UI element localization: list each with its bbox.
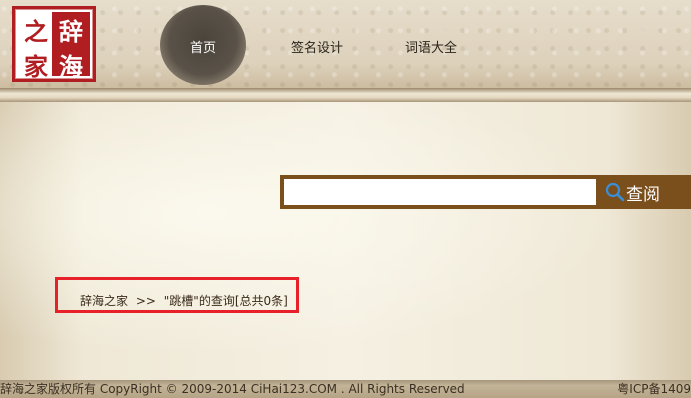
search-button[interactable]: 查阅 xyxy=(597,175,691,209)
nav-home[interactable]: 首页 xyxy=(190,37,216,56)
footer: 辞海之家版权所有 CopyRight © 2009-2014 CiHai123.… xyxy=(0,380,691,398)
nav-sign-design[interactable]: 签名设计 xyxy=(291,37,343,56)
search-button-label: 查阅 xyxy=(626,184,660,205)
scroll-roller xyxy=(0,88,691,102)
search-input[interactable] xyxy=(284,179,596,205)
logo-seal-right: 辞 海 xyxy=(52,12,90,81)
logo-char: 之 xyxy=(24,17,48,46)
nav-words[interactable]: 词语大全 xyxy=(405,37,457,56)
breadcrumb-query: "跳槽"的查询[总共0条] xyxy=(163,294,288,308)
logo-char: 辞 xyxy=(59,17,83,46)
site-logo[interactable]: 之 家 辞 海 xyxy=(12,6,96,82)
content-paper xyxy=(0,102,691,380)
header: 之 家 辞 海 首页 签名设计 词语大全 xyxy=(0,0,691,92)
breadcrumb-separator: >> xyxy=(135,294,156,308)
breadcrumb-home-link[interactable]: 辞海之家 xyxy=(80,294,128,308)
logo-seal-left: 之 家 xyxy=(18,12,54,81)
footer-icp-link[interactable]: 粤ICP备1409 xyxy=(617,380,691,398)
logo-char: 家 xyxy=(24,52,48,81)
search-icon xyxy=(605,182,625,202)
footer-copyright: 辞海之家版权所有 CopyRight © 2009-2014 CiHai123.… xyxy=(0,382,465,396)
breadcrumb: 辞海之家 >> "跳槽"的查询[总共0条] xyxy=(80,292,288,309)
logo-char: 海 xyxy=(59,52,83,81)
search-box xyxy=(280,175,600,209)
